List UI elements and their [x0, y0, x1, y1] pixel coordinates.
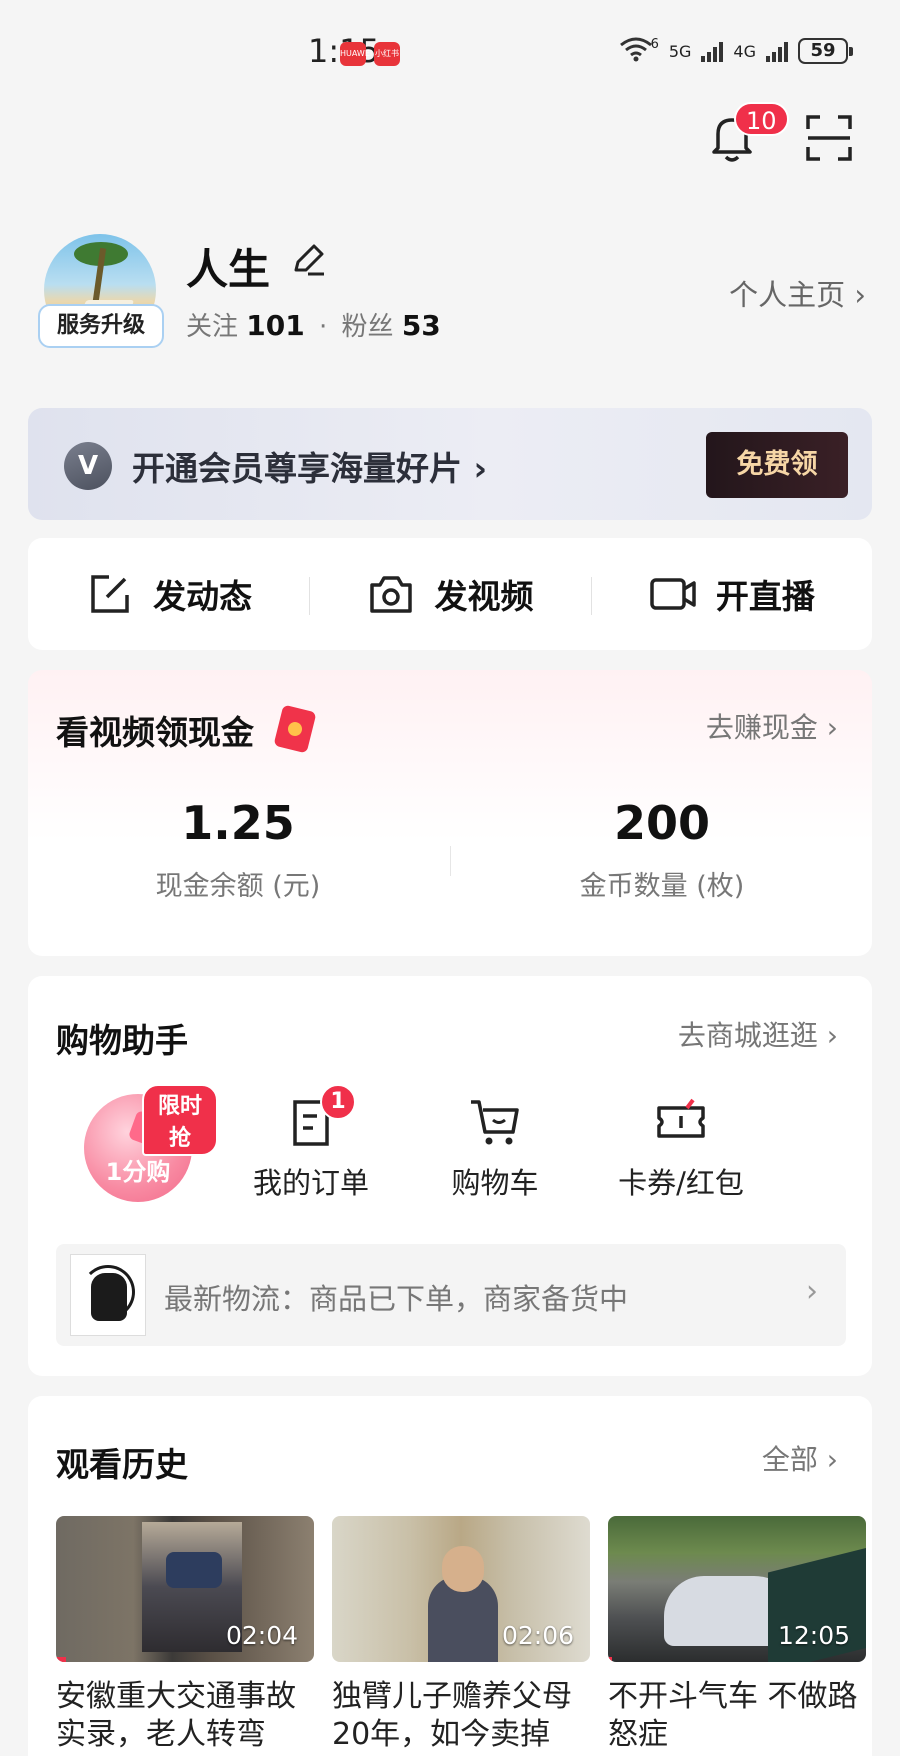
video-duration: 02:06 [501, 1621, 574, 1650]
chevron-right-icon: › [806, 1274, 818, 1309]
history-video-title[interactable]: 安徽重大交通事故实录，老人转弯 [56, 1678, 314, 1754]
signal-5g-icon [701, 40, 724, 62]
flash-sale-label: 1分购 [105, 1158, 171, 1186]
wifi-badge: 6 [650, 36, 659, 52]
vip-banner[interactable]: V 开通会员尊享海量好片 › 免费领 [28, 408, 872, 520]
history-video-title[interactable]: 独臂儿子赡养父母20年，如今卖掉 [332, 1678, 590, 1754]
video-duration: 12:05 [777, 1621, 850, 1650]
cart-label: 购物车 [451, 1166, 539, 1200]
follow-count[interactable]: 101 [246, 309, 304, 342]
notification-badge: 10 [734, 102, 789, 136]
video-duration: 02:04 [225, 1621, 298, 1650]
edit-post-icon [91, 575, 129, 613]
follow-stats: 关注 101 · 粉丝 53 [186, 306, 441, 343]
network-5g-label: 5G [668, 41, 692, 61]
video-camera-icon [650, 578, 696, 610]
service-upgrade-button[interactable]: 服务升级 [38, 304, 164, 348]
shopping-card-title: 购物助手 [56, 1021, 188, 1060]
shopping-assistant-card: 购物助手 去商城逛逛 › 1分购 限时抢 1 我的订单 购物车 卡券/红包 最新… [28, 976, 872, 1376]
wifi-icon [619, 36, 653, 66]
status-bar: 1:15 HUAWEI 小红书 6 5G 4G 59 [0, 0, 900, 104]
history-video-title[interactable]: 不开斗气车 不做路怒症 [608, 1678, 866, 1754]
history-video-thumbnail[interactable]: 12:05 [608, 1516, 866, 1662]
vip-promo-text[interactable]: 开通会员尊享海量好片 › [132, 442, 487, 490]
follow-label[interactable]: 关注 [186, 312, 238, 342]
coin-count-value: 200 [613, 796, 711, 850]
post-update-button[interactable]: 发动态 [28, 569, 309, 619]
shopping-shortcuts: 1分购 限时抢 1 我的订单 购物车 卡券/红包 [28, 1084, 872, 1204]
post-video-button[interactable]: 发视频 [309, 569, 590, 619]
history-video-thumbnail[interactable]: 02:04 [56, 1516, 314, 1662]
stats-separator: · [319, 312, 328, 342]
my-orders-button[interactable]: 1 我的订单 [216, 1084, 406, 1202]
watch-progress-bar [608, 1657, 612, 1662]
cart-icon [471, 1100, 519, 1145]
network-4g-label: 4G [733, 41, 756, 61]
watch-history-card: 观看历史 全部 › 02:04 安徽重大交通事故实录，老人转弯 02:06 独臂… [28, 1396, 872, 1756]
cart-button[interactable]: 购物车 [400, 1094, 590, 1202]
notification-button[interactable]: 10 [708, 102, 789, 166]
order-count-badge: 1 [320, 1084, 356, 1120]
history-title: 观看历史 [56, 1445, 188, 1484]
coin-count-label: 金币数量 (枚) [579, 871, 745, 902]
post-update-label: 发动态 [153, 577, 253, 616]
camera-icon [370, 576, 413, 613]
personal-homepage-link[interactable]: 个人主页 › [729, 272, 866, 314]
logistics-status-text: 最新物流：商品已下单，商家备货中 [164, 1282, 629, 1316]
coupon-icon [657, 1098, 705, 1138]
profile-section: 服务升级 人生 关注 101 · 粉丝 53 个人主页 › [0, 222, 900, 362]
quick-actions: 发动态 发视频 开直播 [28, 538, 872, 650]
username: 人生 [186, 245, 271, 294]
product-thumbnail [70, 1254, 146, 1336]
fans-label[interactable]: 粉丝 [342, 312, 394, 342]
cash-card-title: 看视频领现金 [56, 713, 254, 752]
logistics-banner[interactable]: 最新物流：商品已下单，商家备货中 › [56, 1244, 846, 1346]
cash-balance-value: 1.25 [181, 796, 295, 850]
top-icons: 10 [708, 102, 852, 166]
battery-icon: 59 [798, 38, 853, 64]
edit-name-icon[interactable] [288, 240, 328, 280]
watch-progress-bar [56, 1657, 66, 1662]
go-live-button[interactable]: 开直播 [590, 569, 872, 619]
scan-icon[interactable] [806, 115, 852, 161]
flash-sale-badge: 限时抢 [142, 1084, 218, 1156]
stat-divider [450, 846, 451, 876]
go-mall-link[interactable]: 去商城逛逛 › [678, 1014, 838, 1054]
coin-count-stat[interactable]: 200 金币数量 (枚) [452, 796, 872, 903]
earn-cash-link[interactable]: 去赚现金 › [706, 706, 838, 746]
huawei-app-icon: HUAWEI [340, 42, 372, 66]
history-video-thumbnail[interactable]: 02:06 [332, 1516, 590, 1662]
cash-balance-stat[interactable]: 1.25 现金余额 (元) [28, 796, 448, 903]
history-all-link[interactable]: 全部 › [762, 1438, 838, 1478]
post-video-label: 发视频 [434, 577, 534, 616]
go-live-label: 开直播 [715, 577, 815, 616]
xiaohongshu-app-icon: 小红书 [374, 42, 400, 66]
signal-4g-icon [766, 40, 788, 62]
cash-balance-label: 现金余额 (元) [155, 871, 321, 902]
coupons-label: 卡券/红包 [618, 1166, 744, 1200]
vip-logo-icon: V [64, 442, 112, 490]
free-claim-button[interactable]: 免费领 [706, 432, 848, 498]
my-orders-label: 我的订单 [252, 1166, 369, 1200]
cash-reward-card: 看视频领现金 去赚现金 › 1.25 现金余额 (元) 200 金币数量 (枚) [28, 670, 872, 956]
status-indicators: 6 5G 4G 59 [619, 36, 853, 66]
fans-count[interactable]: 53 [402, 309, 441, 342]
coupons-button[interactable]: 卡券/红包 [586, 1094, 776, 1202]
red-packet-icon [273, 704, 317, 754]
